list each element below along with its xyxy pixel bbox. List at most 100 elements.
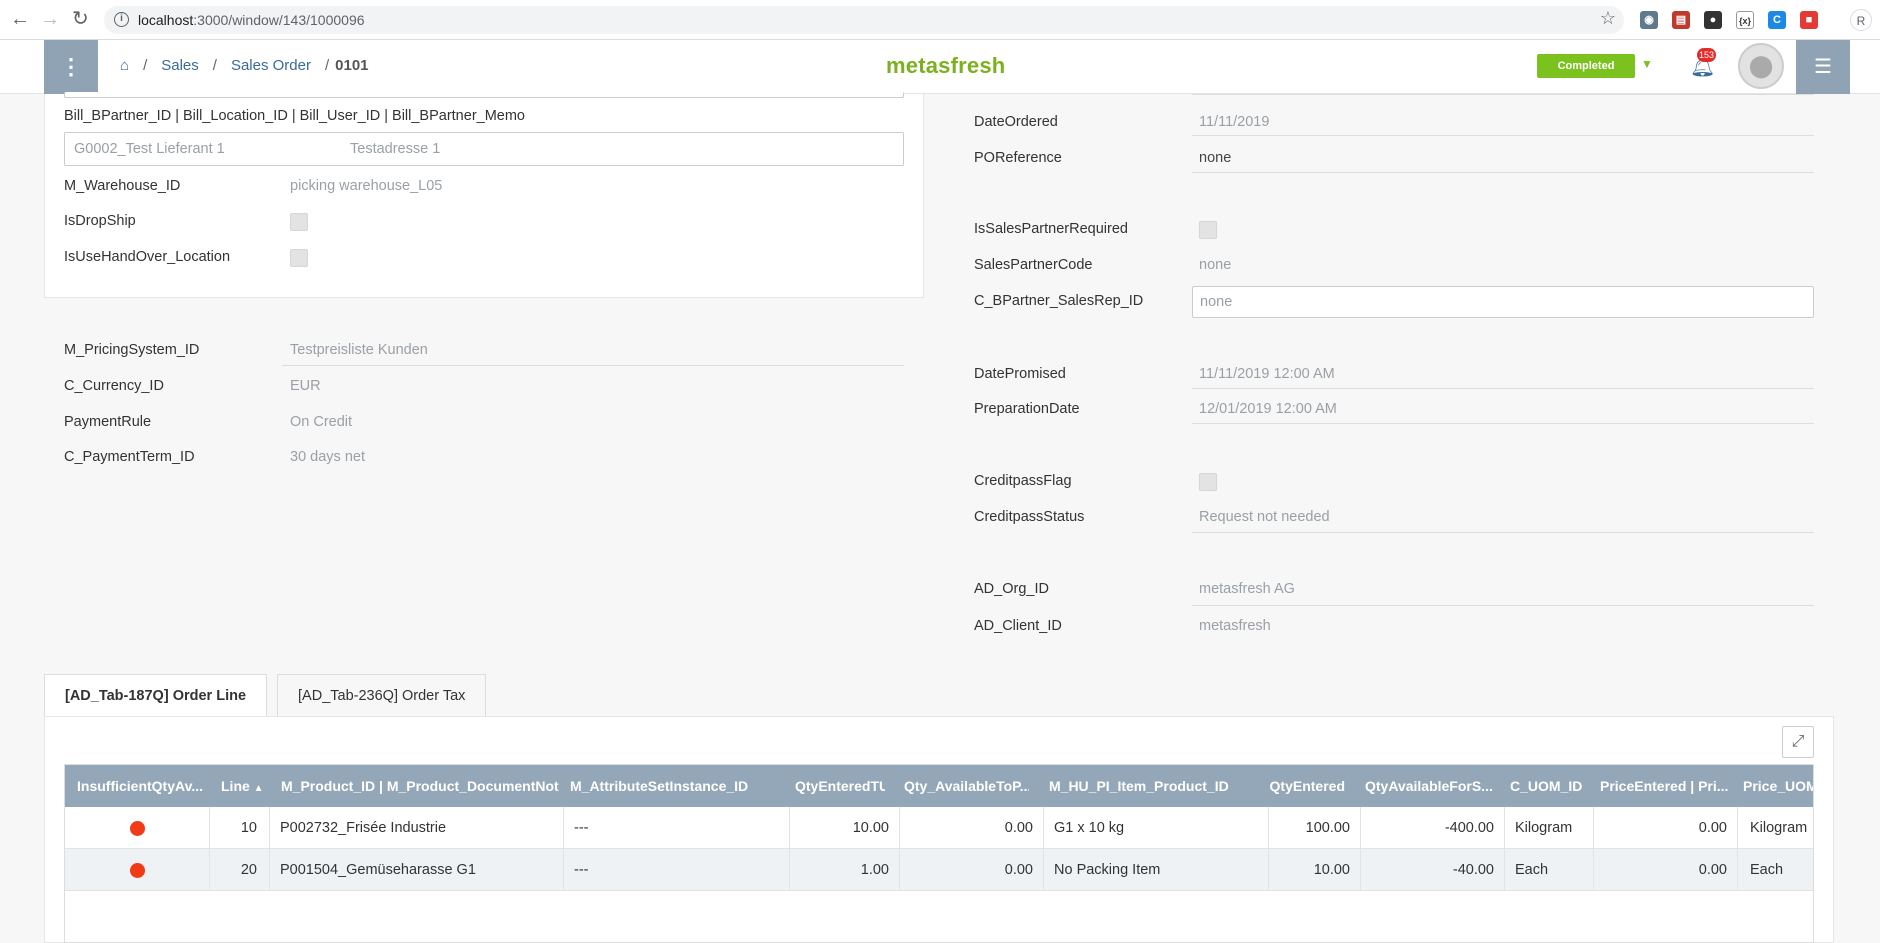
payment-term-value: 30 days net xyxy=(290,449,365,465)
column-header[interactable]: QtyEnteredTU xyxy=(795,765,885,807)
hu-item-cell: G1 x 10 kg xyxy=(1044,807,1269,849)
po-reference-value[interactable]: none xyxy=(1199,150,1231,166)
breadcrumb-sales-order[interactable]: Sales Order xyxy=(231,57,311,74)
expand-icon[interactable]: ⤢ xyxy=(1782,726,1814,758)
column-header[interactable]: PriceEntered | Pri... xyxy=(1600,765,1735,807)
bill-partner-field[interactable]: G0002_Test Lieferant 1 Testadresse 1 xyxy=(64,132,904,166)
hu-item-cell: No Packing Item xyxy=(1044,849,1269,891)
sales-rep-field[interactable]: none xyxy=(1192,286,1814,318)
doc-status-button[interactable]: Completed xyxy=(1537,54,1635,78)
insufficient-qty-cell xyxy=(65,807,210,849)
user-avatar[interactable]: ⬤ xyxy=(1738,43,1784,89)
column-header[interactable]: C_UOM_ID xyxy=(1510,765,1590,807)
bill-section-card xyxy=(44,94,924,298)
date-promised-label: DatePromised xyxy=(974,366,1066,382)
browser-toolbar: ← → ↻ i localhost:3000/window/143/100009… xyxy=(0,0,1880,40)
address-bar[interactable]: i localhost:3000/window/143/1000096 ☆ xyxy=(104,6,1624,34)
price-cell: 0.00 xyxy=(1594,849,1738,891)
sales-partner-required-label: IsSalesPartnerRequired xyxy=(974,221,1128,237)
app-header: ⋮ ⌂ / Sales / Sales Order / 0101 metasfr… xyxy=(0,40,1880,94)
divider xyxy=(1192,605,1814,606)
qty-available-sale-cell: -40.00 xyxy=(1361,849,1505,891)
url-text[interactable]: localhost:3000/window/143/1000096 xyxy=(138,12,365,28)
column-header[interactable]: QtyEntered xyxy=(1265,765,1345,807)
column-header[interactable]: InsufficientQtyAv... xyxy=(77,765,209,807)
warehouse-value: picking warehouse_L05 xyxy=(290,178,443,194)
table-row[interactable]: 20 P001504_Gemüseharasse G1 --- 1.00 0.0… xyxy=(65,849,1813,891)
column-header[interactable]: Price_UOM xyxy=(1743,765,1813,807)
column-header-line[interactable]: Line ▲ xyxy=(221,765,281,807)
breadcrumb-record: 0101 xyxy=(335,57,369,74)
column-header[interactable]: M_Product_ID | M_Product_DocumentNote xyxy=(281,765,559,807)
extension-github-icon[interactable]: ● xyxy=(1704,11,1722,29)
breadcrumb-sales[interactable]: Sales xyxy=(161,57,199,74)
forward-icon[interactable]: → xyxy=(40,9,60,29)
info-icon[interactable]: i xyxy=(114,12,129,27)
bill-location-value[interactable]: Testadresse 1 xyxy=(350,141,440,157)
tab-order-tax[interactable]: [AD_Tab-236Q] Order Tax xyxy=(277,674,487,716)
tab-order-line[interactable]: [AD_Tab-187Q] Order Line xyxy=(44,674,268,717)
date-ordered-label: DateOrdered xyxy=(974,114,1058,130)
client-value: metasfresh xyxy=(1199,618,1271,634)
column-header[interactable]: M_AttributeSetInstance_ID xyxy=(570,765,790,807)
sales-partner-code-value: none xyxy=(1199,257,1232,273)
creditpass-flag-checkbox[interactable] xyxy=(1199,473,1217,491)
qty-available-cell: 0.00 xyxy=(900,807,1044,849)
previous-field-box[interactable] xyxy=(64,92,904,98)
dropship-checkbox[interactable] xyxy=(290,213,308,231)
product-cell: P002732_Frisée Industrie xyxy=(270,807,564,849)
price-uom-cell: Kilogram xyxy=(1750,820,1808,836)
sales-partner-required-checkbox[interactable] xyxy=(1199,221,1217,239)
product-cell: P001504_Gemüseharasse G1 xyxy=(270,849,564,891)
table-header: InsufficientQtyAv... Line ▲ M_Product_ID… xyxy=(65,765,1813,807)
menu-dots-icon[interactable]: ⋮ xyxy=(44,40,98,94)
logo[interactable]: metasfresh xyxy=(886,53,1005,79)
extension-eye-icon[interactable]: ◉ xyxy=(1640,11,1658,29)
insufficient-qty-indicator xyxy=(129,862,145,878)
extension-c-icon[interactable]: C xyxy=(1768,11,1786,29)
insufficient-qty-indicator xyxy=(129,820,145,836)
qty-available-sale-cell: -400.00 xyxy=(1361,807,1505,849)
sort-asc-icon: ▲ xyxy=(253,783,264,794)
extension-stop-icon[interactable]: ■ xyxy=(1800,11,1818,29)
column-header[interactable]: Qty_AvailableToP... xyxy=(904,765,1029,807)
org-label: AD_Org_ID xyxy=(974,581,1049,597)
table-row[interactable]: 10 P002732_Frisée Industrie --- 10.00 0.… xyxy=(65,807,1813,849)
creditpass-status-label: CreditpassStatus xyxy=(974,509,1085,525)
creditpass-status-value: Request not needed xyxy=(1199,509,1330,525)
bill-partner-value[interactable]: G0002_Test Lieferant 1 xyxy=(74,141,225,157)
insufficient-qty-cell xyxy=(65,849,210,891)
qty-tu-cell: 1.00 xyxy=(790,849,900,891)
reload-icon[interactable]: ↻ xyxy=(72,9,89,29)
pricing-system-label: M_PricingSystem_ID xyxy=(64,342,200,358)
home-icon[interactable]: ⌂ xyxy=(120,57,129,74)
breadcrumb-separator: / xyxy=(324,57,330,74)
pricing-system-value[interactable]: Testpreisliste Kunden xyxy=(290,342,428,358)
column-header[interactable]: QtyAvailableForS... xyxy=(1365,765,1493,807)
preparation-date-label: PreparationDate xyxy=(974,401,1080,417)
bookmark-star-icon[interactable]: ☆ xyxy=(1600,8,1616,29)
uom-cell: Each xyxy=(1505,849,1594,891)
chevron-down-icon[interactable]: ▼ xyxy=(1641,57,1653,71)
date-ordered-value: 11/11/2019 xyxy=(1199,114,1270,130)
currency-label: C_Currency_ID xyxy=(64,378,164,394)
uom-cell: Kilogram xyxy=(1505,807,1594,849)
extension-pdf-icon[interactable]: ▤ xyxy=(1672,11,1690,29)
divider xyxy=(282,365,904,366)
profile-avatar[interactable]: R xyxy=(1850,9,1872,31)
sales-rep-value[interactable]: none xyxy=(1200,294,1232,310)
breadcrumb-separator: / xyxy=(212,57,217,74)
qty-entered-cell: 10.00 xyxy=(1269,849,1361,891)
divider xyxy=(1192,135,1814,136)
column-header[interactable]: M_HU_PI_Item_Product_ID xyxy=(1049,765,1269,807)
sales-rep-label: C_BPartner_SalesRep_ID xyxy=(974,293,1144,309)
extension-json-icon[interactable]: {x} xyxy=(1736,11,1754,29)
breadcrumb: ⌂ / Sales / Sales Order / 0101 xyxy=(120,57,369,74)
handover-label: IsUseHandOver_Location xyxy=(64,249,231,265)
payment-rule-label: PaymentRule xyxy=(64,414,152,430)
org-value: metasfresh AG xyxy=(1199,581,1295,597)
divider xyxy=(1192,172,1814,173)
side-list-icon[interactable]: ☰ xyxy=(1796,40,1850,94)
back-icon[interactable]: ← xyxy=(10,9,30,29)
handover-checkbox[interactable] xyxy=(290,249,308,267)
